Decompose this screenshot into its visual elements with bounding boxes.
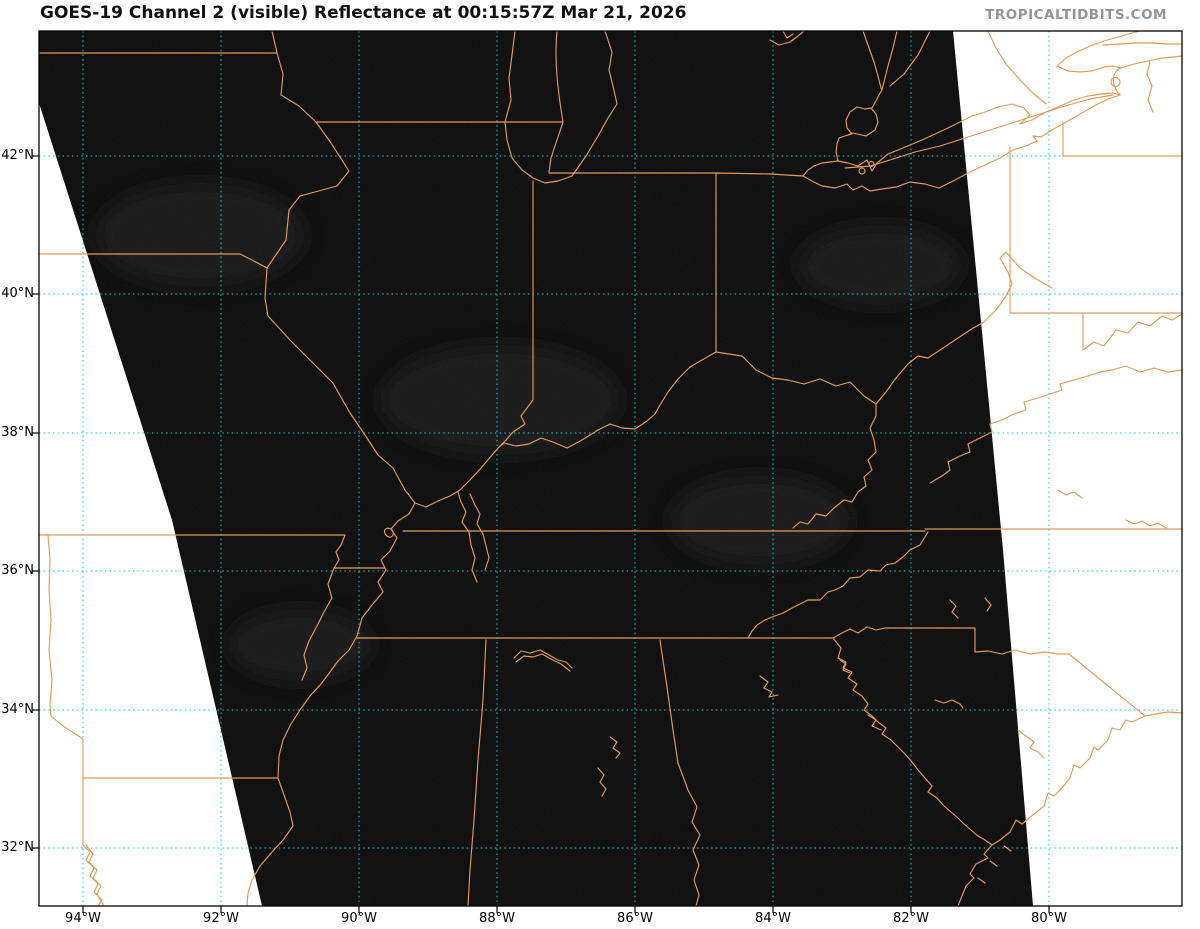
satellite-map <box>32 30 1183 913</box>
lon-axis-label: 88°W <box>479 911 515 926</box>
lon-axis-label: 92°W <box>203 911 239 926</box>
lat-axis-label: 34°N <box>1 702 34 717</box>
lat-axis-label: 36°N <box>1 563 34 578</box>
lat-axis-label: 38°N <box>1 425 34 440</box>
lat-axis-label: 40°N <box>1 286 34 301</box>
lon-axis-label: 82°W <box>893 911 929 926</box>
lon-axis-label: 80°W <box>1031 911 1067 926</box>
lon-axis-label: 84°W <box>755 911 791 926</box>
lon-axis-label: 90°W <box>341 911 377 926</box>
lat-axis-label: 32°N <box>1 840 34 855</box>
lon-axis-label: 94°W <box>65 911 101 926</box>
lat-axis-label: 42°N <box>1 148 34 163</box>
satellite-image-viewer: GOES-19 Channel 2 (visible) Reflectance … <box>0 0 1200 929</box>
lon-axis-label: 86°W <box>617 911 653 926</box>
